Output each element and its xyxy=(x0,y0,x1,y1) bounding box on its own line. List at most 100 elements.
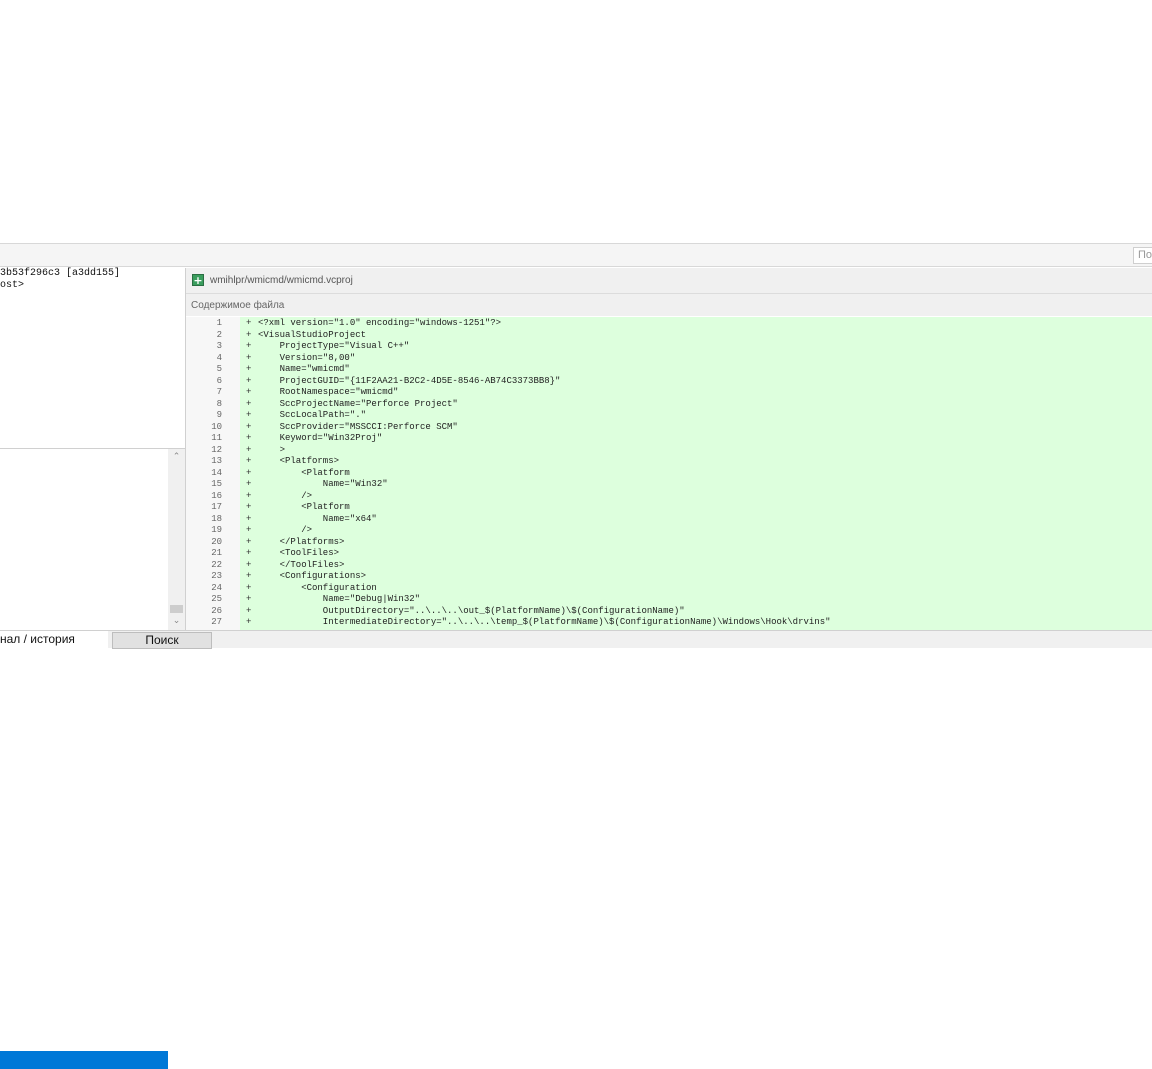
line-number: 6 xyxy=(216,375,222,386)
plus-icon: + xyxy=(192,274,204,287)
file-path: wmihlpr/wmicmd/wmicmd.vcproj xyxy=(210,275,353,286)
code-text: Name="Win32" xyxy=(258,479,388,489)
line-number: 10 xyxy=(211,421,222,432)
line-number: 27 xyxy=(211,617,222,627)
code-line: 5 + Name="wmicmd" xyxy=(186,364,1152,376)
line-number: 25 xyxy=(211,594,222,604)
line-number: 24 xyxy=(211,582,222,593)
line-number: 21 xyxy=(211,548,222,558)
line-number: 13 xyxy=(211,456,222,466)
line-number: 19 xyxy=(211,525,222,535)
commit-info-line: ost> xyxy=(0,280,25,291)
line-number: 5 xyxy=(216,364,222,374)
scroll-thumb[interactable] xyxy=(170,605,183,613)
code-line: 9 + SccLocalPath="." xyxy=(186,410,1152,422)
line-number: 4 xyxy=(216,352,222,363)
code-line: 21 + <ToolFiles> xyxy=(186,548,1152,560)
code-line: 17 + <Platform xyxy=(186,502,1152,514)
code-line: 19 + /> xyxy=(186,525,1152,537)
added-marker: + xyxy=(246,490,252,501)
code-text: Name="x64" xyxy=(258,513,377,524)
code-line: 8 + SccProjectName="Perforce Project" xyxy=(186,399,1152,411)
added-marker: + xyxy=(246,467,252,478)
code-text: <Platform xyxy=(258,467,350,478)
line-number: 22 xyxy=(211,559,222,570)
code-line: 22 + </ToolFiles> xyxy=(186,560,1152,572)
code-text: Keyword="Win32Proj" xyxy=(258,433,383,443)
added-marker: + xyxy=(246,502,252,512)
code-line: 18 + Name="x64" xyxy=(186,514,1152,526)
code-line: 15 + Name="Win32" xyxy=(186,479,1152,491)
line-number: 26 xyxy=(211,605,222,616)
selected-list-item[interactable] xyxy=(0,1051,168,1069)
line-number: 15 xyxy=(211,479,222,489)
added-marker: + xyxy=(246,594,252,604)
code-text: </Platforms> xyxy=(258,536,345,547)
code-text: IntermediateDirectory="..\..\..\temp_$(P… xyxy=(258,617,831,627)
search-input[interactable]: По xyxy=(1133,247,1152,264)
code-line: 23 + <Configurations> xyxy=(186,571,1152,583)
line-number: 20 xyxy=(211,536,222,547)
line-number: 23 xyxy=(211,571,222,581)
added-marker: + xyxy=(246,513,252,524)
added-marker: + xyxy=(246,536,252,547)
changed-files-list[interactable] xyxy=(0,449,168,1069)
added-marker: + xyxy=(246,559,252,570)
code-line: 11 + Keyword="Win32Proj" xyxy=(186,433,1152,445)
commit-info-line: 3b53f296c3 [a3dd155] xyxy=(0,268,121,279)
added-marker: + xyxy=(246,582,252,593)
bottom-tab-bar: нал / история Поиск xyxy=(0,630,1152,649)
added-marker: + xyxy=(246,421,252,432)
line-number: 12 xyxy=(211,444,222,455)
file-content-label: Содержимое файла xyxy=(186,294,1152,316)
file-header: + wmihlpr/wmicmd/wmicmd.vcproj xyxy=(186,268,1152,294)
line-number: 1 xyxy=(216,318,222,328)
code-text: SccProvider="MSSCCI:Perforce SCM" xyxy=(258,421,458,432)
added-marker: + xyxy=(246,329,252,340)
code-line: 27 + IntermediateDirectory="..\..\..\temp… xyxy=(186,617,1152,629)
added-marker: + xyxy=(246,341,252,351)
line-number: 9 xyxy=(216,410,222,420)
scroll-up-icon[interactable]: ⌃ xyxy=(168,451,185,463)
code-line: 10 + SccProvider="MSSCCI:Perforce SCM" xyxy=(186,422,1152,434)
code-text: <Configuration xyxy=(258,582,377,593)
code-text: Name="Debug|Win32" xyxy=(258,594,421,604)
tab-search[interactable]: Поиск xyxy=(112,632,212,649)
code-text: <Platforms> xyxy=(258,456,340,466)
vertical-scrollbar[interactable]: ⌃ ⌄ xyxy=(168,449,185,630)
code-line: 16 + /> xyxy=(186,491,1152,503)
code-line: 1 + <?xml version="1.0" encoding="windows-… xyxy=(186,318,1152,330)
code-line: 12 + > xyxy=(186,445,1152,457)
added-marker: + xyxy=(246,548,252,558)
code-line: 6 + ProjectGUID="{11F2AA21-B2C2-4D5E-8546… xyxy=(186,376,1152,388)
added-marker: + xyxy=(246,571,252,581)
code-text: <VisualStudioProject xyxy=(258,329,367,340)
added-marker: + xyxy=(246,479,252,489)
code-text: SccProjectName="Perforce Project" xyxy=(258,398,458,409)
code-text: ProjectGUID="{11F2AA21-B2C2-4D5E-8546-AB… xyxy=(258,375,561,386)
scroll-down-icon[interactable]: ⌄ xyxy=(168,615,185,627)
added-marker: + xyxy=(246,318,252,328)
added-marker: + xyxy=(246,364,252,374)
code-text: <ToolFiles> xyxy=(258,548,340,558)
code-text: /> xyxy=(258,490,313,501)
code-text: RootNamespace="wmicmd" xyxy=(258,387,399,397)
code-text: <?xml version="1.0" encoding="windows-12… xyxy=(258,318,502,328)
diff-view[interactable]: 1 + <?xml version="1.0" encoding="windows-… xyxy=(186,317,1152,630)
code-line: 25 + Name="Debug|Win32" xyxy=(186,594,1152,606)
code-text: Version="8,00" xyxy=(258,352,356,363)
added-marker: + xyxy=(246,617,252,627)
code-line: 20 + </Platforms> xyxy=(186,537,1152,549)
code-text: /> xyxy=(258,525,313,535)
code-line: 14 + <Platform xyxy=(186,468,1152,480)
line-number: 2 xyxy=(216,329,222,340)
code-text: ProjectType="Visual C++" xyxy=(258,341,410,351)
tab-history[interactable]: нал / история xyxy=(0,631,108,649)
commit-info-panel: 3b53f296c3 [a3dd155] ost> xyxy=(0,268,185,448)
added-marker: + xyxy=(246,410,252,420)
code-text: > xyxy=(258,444,286,455)
line-number: 3 xyxy=(216,341,222,351)
code-line: 26 + OutputDirectory="..\..\..\out_$(Plat… xyxy=(186,606,1152,618)
line-number: 17 xyxy=(211,502,222,512)
line-number: 16 xyxy=(211,490,222,501)
